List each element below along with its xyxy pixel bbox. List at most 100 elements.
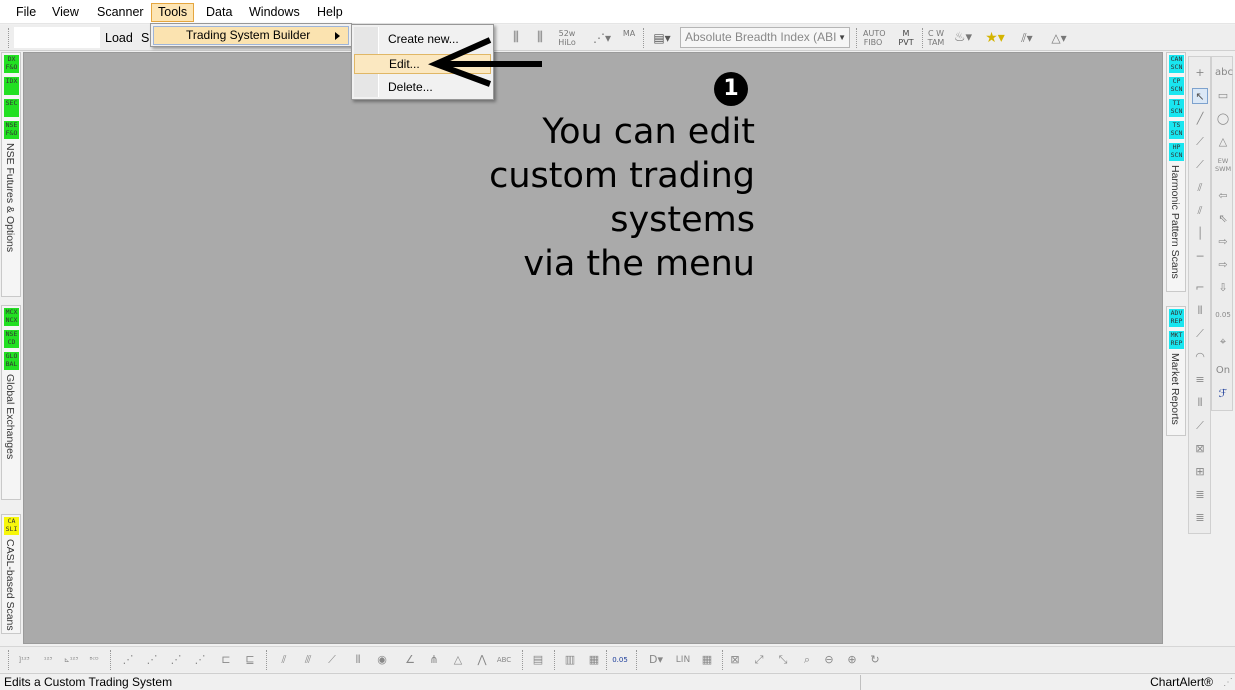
fibo-fan-icon[interactable]: ⫽ <box>274 651 294 669</box>
casl-scans-label[interactable]: CASL-based Scans <box>4 539 16 631</box>
vertical-line-icon[interactable]: │ <box>1192 226 1208 242</box>
on-toggle[interactable]: On <box>1215 363 1231 379</box>
text-tool-icon[interactable]: abc <box>1215 65 1233 81</box>
angle-icon[interactable]: ∠ <box>400 651 420 669</box>
wave-123-icon[interactable]: ]¹²³ <box>14 651 34 669</box>
pointer-icon[interactable]: ↖ <box>1192 88 1208 104</box>
wave-abcd-icon[interactable]: ᴮᶜᴰ <box>84 651 104 669</box>
menu-scanner[interactable]: Scanner <box>91 3 150 22</box>
zoom-out-icon[interactable]: ⊖ <box>820 651 838 669</box>
gann-icon-4[interactable]: ⋰ <box>190 651 210 669</box>
horizontal-line-icon[interactable]: ─ <box>1192 249 1208 265</box>
overlay-icon[interactable]: ▤▾ <box>648 29 676 47</box>
grid-toggle-icon[interactable]: ▦ <box>698 651 716 669</box>
price-tag-icon[interactable]: 0.05 <box>610 651 630 669</box>
m-pvt-icon[interactable]: M PVT <box>896 29 916 47</box>
arc-icon[interactable]: ◠ <box>1192 349 1208 365</box>
tile-can-scn[interactable]: CAN SCN <box>1169 55 1184 73</box>
symbol-input[interactable] <box>14 27 100 48</box>
ts-star-icon[interactable]: ★▾ <box>981 29 1009 47</box>
ellipse-icon[interactable]: ◯ <box>1215 111 1231 127</box>
time-zones-icon[interactable]: ⦀ <box>348 651 368 669</box>
gann-icon-3[interactable]: ⋰ <box>166 651 186 669</box>
menu-windows[interactable]: Windows <box>243 3 306 22</box>
arrow-left-icon[interactable]: ⇦ <box>1215 188 1231 204</box>
speed-lines-icon[interactable]: ⟋ <box>322 651 342 669</box>
wave-abc-icon[interactable]: ¹²³ <box>38 651 58 669</box>
fan-icon[interactable]: ⟋ <box>1192 326 1208 342</box>
tile-casli[interactable]: CA SLI <box>4 517 19 535</box>
arrow-down-icon[interactable]: ⇩ <box>1215 280 1231 296</box>
tile-mcx-ncx[interactable]: MCX NCX <box>4 308 19 326</box>
tile-sec[interactable]: SEC <box>4 99 19 117</box>
trading-system-builder-item[interactable]: Trading System Builder <box>153 26 349 45</box>
ma-icon[interactable]: MA <box>620 29 638 47</box>
trend-icon[interactable]: ⋰▾ <box>588 29 616 47</box>
vbars-icon[interactable]: ⦀ <box>1192 303 1208 319</box>
rectangle-icon[interactable]: ▭ <box>1215 88 1231 104</box>
notes-icon[interactable]: ▤ <box>528 651 548 669</box>
nse-fo-label[interactable]: NSE Futures & Options <box>4 143 16 252</box>
box-grid-icon[interactable]: ⊞ <box>1192 464 1208 480</box>
resize-grip-icon[interactable]: ⋰ <box>1223 677 1233 688</box>
tile-nse-cd[interactable]: NSE CD <box>4 330 19 348</box>
ew-swm-icon[interactable]: EW SWM <box>1215 157 1231 173</box>
gann-fan-icon[interactable]: ⟋ <box>1192 418 1208 434</box>
indicator-select[interactable]: Absolute Breadth Index (ABI ▼ <box>680 27 850 48</box>
tile-mkt-rep[interactable]: MKT REP <box>1169 331 1184 349</box>
levels-2-icon[interactable]: ≣ <box>1192 510 1208 526</box>
global-exchanges-label[interactable]: Global Exchanges <box>4 374 16 459</box>
candle-icon[interactable]: ♨▾ <box>950 29 976 47</box>
auto-fibo-icon[interactable]: AUTO FIBO <box>863 29 886 47</box>
bracket-tool-2-icon[interactable]: ⊑ <box>240 651 260 669</box>
bracket-tool-icon[interactable]: ⊏ <box>216 651 236 669</box>
expand-icon[interactable]: ⤢ <box>750 651 768 669</box>
copy-icon[interactable]: ▥ <box>560 651 580 669</box>
tile-cp-scn[interactable]: CP SCN <box>1169 77 1184 95</box>
cw-tam-icon[interactable]: C W TAM <box>926 29 946 47</box>
menu-view[interactable]: View <box>46 3 85 22</box>
tile-dx-fo[interactable]: DX F&O <box>4 55 19 73</box>
d-dropdown-icon[interactable]: D▾ <box>644 651 668 669</box>
tile-global[interactable]: GLO BAL <box>4 352 19 370</box>
head-shoulder-icon[interactable]: ⋀ <box>472 651 492 669</box>
line-icon[interactable]: ╱ <box>1192 111 1208 127</box>
channel-icon[interactable]: ⫽ <box>1192 180 1208 196</box>
menu-data[interactable]: Data <box>200 3 238 22</box>
pattern-icon[interactable]: ⫽▾ <box>1013 29 1041 47</box>
cycles-icon[interactable]: ⦀ <box>1192 395 1208 411</box>
arrow-right-2-icon[interactable]: ⇨ <box>1215 257 1231 273</box>
wave-123b-icon[interactable]: ⊾¹²³ <box>60 651 82 669</box>
shrink-icon[interactable]: ⤡ <box>774 651 792 669</box>
ray-icon[interactable]: ⟋ <box>1192 157 1208 173</box>
circle-tool-icon[interactable]: ◉ <box>372 651 392 669</box>
market-reports-label[interactable]: Market Reports <box>1169 353 1181 425</box>
triangle-pattern-icon[interactable]: △ <box>448 651 468 669</box>
font-icon[interactable]: ℱ <box>1215 386 1231 402</box>
load-button[interactable]: Load <box>105 29 133 47</box>
gann-icon-2[interactable]: ⋰ <box>142 651 162 669</box>
levels-icon[interactable]: ≣ <box>1192 487 1208 503</box>
parallel-icon[interactable]: ⫽ <box>1192 203 1208 219</box>
tile-nse-fo[interactable]: NSE F&O <box>4 121 19 139</box>
pitchfork-icon[interactable]: ⋔ <box>424 651 444 669</box>
tile-adv-rep[interactable]: ADV REP <box>1169 309 1184 327</box>
arrow-right-icon[interactable]: ⇨ <box>1215 234 1231 250</box>
zoom-in-icon[interactable]: ⊕ <box>843 651 861 669</box>
retracement-icon[interactable]: ≡ <box>1192 372 1208 388</box>
menu-help[interactable]: Help <box>311 3 349 22</box>
harmonic-scans-label[interactable]: Harmonic Pattern Scans <box>1169 165 1181 279</box>
grid-icon[interactable]: ⊠ <box>1192 441 1208 457</box>
tile-idx[interactable]: IDX <box>4 77 19 95</box>
lin-scale-button[interactable]: LIN <box>672 651 694 669</box>
paste-icon[interactable]: ▦ <box>584 651 604 669</box>
hilo-52w-icon[interactable]: 52w HiLo <box>558 29 576 47</box>
menu-file[interactable]: File <box>10 3 42 22</box>
harmonic-icon[interactable]: △▾ <box>1044 29 1074 47</box>
trendline-icon[interactable]: ⟋ <box>1192 134 1208 150</box>
crosshair-icon[interactable]: + <box>1192 65 1208 81</box>
tile-hp-scn[interactable]: HP SCN <box>1169 143 1184 161</box>
menu-tools[interactable]: Tools <box>151 3 195 22</box>
bracket-icon[interactable]: ⌐ <box>1192 280 1208 296</box>
tile-ti-scn[interactable]: TI SCN <box>1169 99 1184 117</box>
